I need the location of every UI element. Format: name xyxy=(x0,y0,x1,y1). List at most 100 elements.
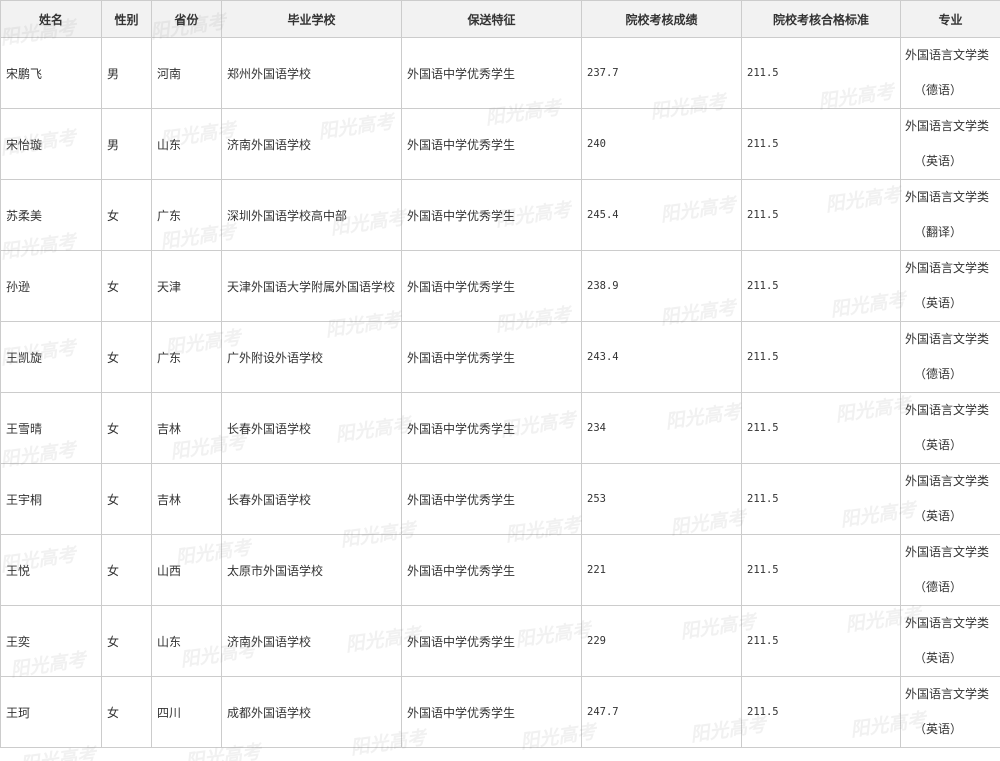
table-row: 宋怡璇男山东 济南外国语学校 外国语中学优秀学生 240 211.5 外国语言文学类 （英语… xyxy=(0,108,1000,180)
cell-standard: 211.5 xyxy=(741,534,901,606)
cell-major: 外国语言文学类 （德语） xyxy=(900,321,1000,393)
cell-name: 王珂 xyxy=(0,676,102,748)
major-direction: （翻译） xyxy=(914,225,963,239)
cell-province: 吉林 xyxy=(151,463,222,535)
cell-feature: 外国语中学优秀学生 xyxy=(401,108,582,180)
col-header-gender: 性别 xyxy=(101,0,152,38)
cell-standard: 211.5 xyxy=(741,676,901,748)
cell-gender: 女 xyxy=(101,392,152,464)
cell-province: 山东 xyxy=(151,108,222,180)
cell-standard: 211.5 xyxy=(741,37,901,109)
cell-province: 河南 xyxy=(151,37,222,109)
cell-school: 郑州外国语学校 xyxy=(221,37,402,109)
cell-standard: 211.5 xyxy=(741,605,901,677)
table-row: 王珂女四川 成都外国语学校 外国语中学优秀学生 247.7 211.5 外国语言文学类 （英… xyxy=(0,676,1000,748)
cell-score: 243.4 xyxy=(581,321,742,393)
cell-major: 外国语言文学类 （英语） xyxy=(900,392,1000,464)
cell-school: 长春外国语学校 xyxy=(221,392,402,464)
cell-name: 宋怡璇 xyxy=(0,108,102,180)
cell-feature: 外国语中学优秀学生 xyxy=(401,534,582,606)
admissions-table-container: 姓名 性别 省份 毕业学校 保送特征 院校考核成绩 院校考核合格标准 专业 宋鹏… xyxy=(0,0,1000,748)
col-header-major: 专业 xyxy=(900,0,1000,38)
table-body: 宋鹏飞男河南 郑州外国语学校 外国语中学优秀学生 237.7 211.5 外国语言文学类（… xyxy=(0,37,1000,748)
table-row: 王奕女山东 济南外国语学校 外国语中学优秀学生 229 211.5 外国语言文学类 （英语） xyxy=(0,605,1000,677)
col-header-standard: 院校考核合格标准 xyxy=(741,0,901,38)
admissions-table: 姓名 性别 省份 毕业学校 保送特征 院校考核成绩 院校考核合格标准 专业 宋鹏… xyxy=(0,0,1000,748)
cell-score: 229 xyxy=(581,605,742,677)
table-row: 王雪晴女吉林 长春外国语学校 外国语中学优秀学生 234 211.5 外国语言文学类 （英语… xyxy=(0,392,1000,464)
col-header-feature: 保送特征 xyxy=(401,0,582,38)
col-header-name: 姓名 xyxy=(0,0,102,38)
cell-major: 外国语言文学类 （英语） xyxy=(900,250,1000,322)
cell-school: 济南外国语学校 xyxy=(221,108,402,180)
cell-province: 山东 xyxy=(151,605,222,677)
major-category: 外国语言文学类 xyxy=(905,474,990,488)
cell-score: 247.7 xyxy=(581,676,742,748)
cell-feature: 外国语中学优秀学生 xyxy=(401,179,582,251)
table-row: 苏柔美女广东 深圳外国语学校高中部 外国语中学优秀学生 245.4 211.5 外国语言文… xyxy=(0,179,1000,251)
cell-feature: 外国语中学优秀学生 xyxy=(401,250,582,322)
cell-gender: 男 xyxy=(101,37,152,109)
cell-name: 宋鹏飞 xyxy=(0,37,102,109)
cell-name: 王宇桐 xyxy=(0,463,102,535)
cell-name: 王凯旋 xyxy=(0,321,102,393)
major-direction: （英语） xyxy=(914,154,963,168)
cell-school: 成都外国语学校 xyxy=(221,676,402,748)
cell-major: 外国语言文学类 （英语） xyxy=(900,605,1000,677)
cell-feature: 外国语中学优秀学生 xyxy=(401,676,582,748)
cell-school: 天津外国语大学附属外国语学校 xyxy=(221,250,402,322)
cell-score: 253 xyxy=(581,463,742,535)
cell-school: 济南外国语学校 xyxy=(221,605,402,677)
major-category: 外国语言文学类 xyxy=(905,119,990,133)
cell-province: 广东 xyxy=(151,179,222,251)
cell-name: 王悦 xyxy=(0,534,102,606)
cell-standard: 211.5 xyxy=(741,250,901,322)
cell-school: 广外附设外语学校 xyxy=(221,321,402,393)
cell-gender: 女 xyxy=(101,179,152,251)
cell-gender: 女 xyxy=(101,534,152,606)
col-header-school: 毕业学校 xyxy=(221,0,402,38)
table-row: 王宇桐女吉林 长春外国语学校 外国语中学优秀学生 253 211.5 外国语言文学类 （英语… xyxy=(0,463,1000,535)
cell-feature: 外国语中学优秀学生 xyxy=(401,605,582,677)
cell-major: 外国语言文学类 （英语） xyxy=(900,108,1000,180)
cell-standard: 211.5 xyxy=(741,392,901,464)
major-direction: （德语） xyxy=(914,367,963,381)
cell-major: 外国语言文学类 （德语） xyxy=(900,534,1000,606)
major-category: 外国语言文学类 xyxy=(905,687,990,701)
cell-name: 王奕 xyxy=(0,605,102,677)
cell-name: 孙逊 xyxy=(0,250,102,322)
cell-school: 深圳外国语学校高中部 xyxy=(221,179,402,251)
table-row: 宋鹏飞男河南 郑州外国语学校 外国语中学优秀学生 237.7 211.5 外国语言文学类 （… xyxy=(0,37,1000,109)
cell-province: 四川 xyxy=(151,676,222,748)
major-category: 外国语言文学类 xyxy=(905,261,990,275)
major-direction: （英语） xyxy=(914,438,963,452)
cell-score: 238.9 xyxy=(581,250,742,322)
major-direction: （德语） xyxy=(914,580,963,594)
table-row: 王凯旋女广东 广外附设外语学校 外国语中学优秀学生 243.4 211.5 外国语言文学类… xyxy=(0,321,1000,393)
major-category: 外国语言文学类 xyxy=(905,616,990,630)
cell-gender: 女 xyxy=(101,250,152,322)
major-direction: （英语） xyxy=(914,651,963,665)
cell-score: 237.7 xyxy=(581,37,742,109)
cell-major: 外国语言文学类 （翻译） xyxy=(900,179,1000,251)
col-header-score: 院校考核成绩 xyxy=(581,0,742,38)
major-direction: （英语） xyxy=(914,509,963,523)
cell-feature: 外国语中学优秀学生 xyxy=(401,392,582,464)
major-category: 外国语言文学类 xyxy=(905,48,990,62)
cell-score: 245.4 xyxy=(581,179,742,251)
cell-province: 天津 xyxy=(151,250,222,322)
cell-standard: 211.5 xyxy=(741,463,901,535)
cell-name: 苏柔美 xyxy=(0,179,102,251)
major-category: 外国语言文学类 xyxy=(905,190,990,204)
cell-score: 234 xyxy=(581,392,742,464)
major-category: 外国语言文学类 xyxy=(905,332,990,346)
cell-province: 山西 xyxy=(151,534,222,606)
cell-feature: 外国语中学优秀学生 xyxy=(401,321,582,393)
cell-score: 221 xyxy=(581,534,742,606)
cell-score: 240 xyxy=(581,108,742,180)
cell-standard: 211.5 xyxy=(741,108,901,180)
table-header-row: 姓名 性别 省份 毕业学校 保送特征 院校考核成绩 院校考核合格标准 专业 xyxy=(0,0,1000,38)
cell-feature: 外国语中学优秀学生 xyxy=(401,37,582,109)
cell-gender: 女 xyxy=(101,463,152,535)
cell-school: 太原市外国语学校 xyxy=(221,534,402,606)
